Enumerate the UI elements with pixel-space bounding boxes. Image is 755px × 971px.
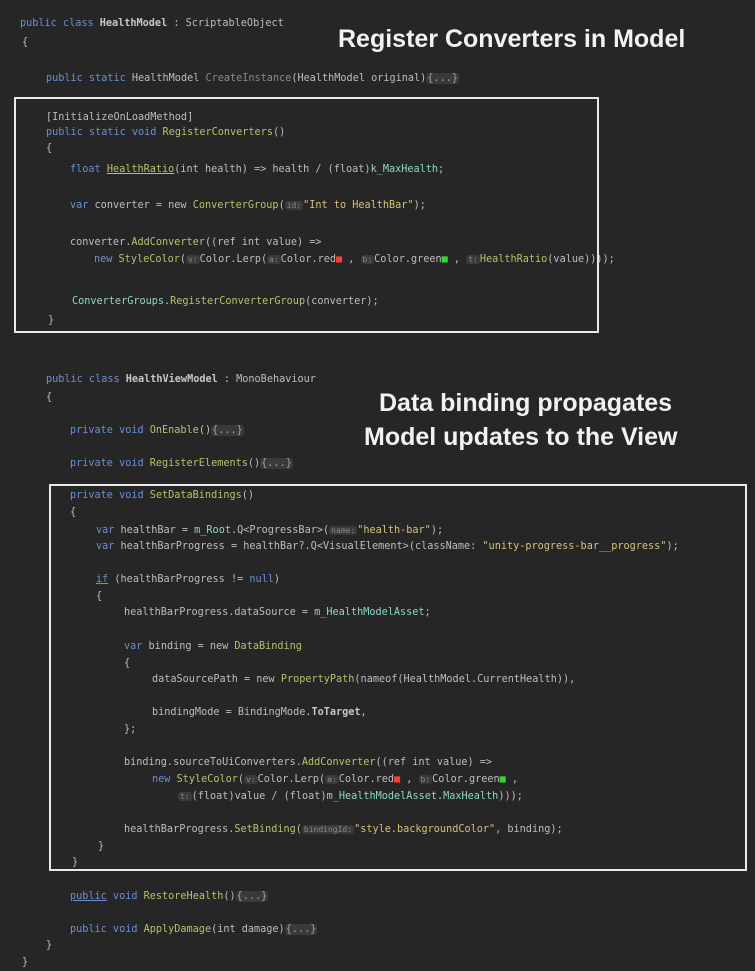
code-line-add-converter: converter.AddConverter((ref int value) =… xyxy=(70,237,322,248)
code-line-attribute: [InitializeOnLoadMethod] xyxy=(46,112,194,123)
code-line-healthviewmodel-decl: public class HealthViewModel : MonoBehav… xyxy=(46,374,316,385)
code-line-register-elements: private void RegisterElements(){...} xyxy=(70,458,293,469)
code-line-brace: } xyxy=(22,957,29,968)
code-line-brace: { xyxy=(46,392,53,403)
heading-data-binding-line1: Data binding propagates xyxy=(379,389,673,417)
code-line-health-bar-progress: var healthBarProgress = healthBar?.Q<Vis… xyxy=(96,541,679,552)
code-line-register-group: ConverterGroups.RegisterConverterGroup(c… xyxy=(72,296,379,307)
code-line-brace: } xyxy=(48,315,55,326)
code-line-float-ratio: t: (float)value / (float)m_HealthModelAss… xyxy=(178,791,523,802)
code-line-brace: { xyxy=(124,658,131,669)
code-line-brace: } xyxy=(98,841,105,852)
code-fold-toggle[interactable]: {...} xyxy=(260,458,293,469)
code-fold-toggle[interactable]: {...} xyxy=(235,891,269,902)
code-line-set-data-bindings: private void SetDataBindings() xyxy=(70,490,255,501)
code-line-data-source-path: dataSourcePath = new PropertyPath(nameof… xyxy=(152,674,576,685)
code-line-brace: { xyxy=(22,37,29,48)
code-fold-toggle[interactable]: {...} xyxy=(211,425,244,436)
code-line-brace: } xyxy=(72,857,79,868)
heading-data-binding-line2: Model updates to the View xyxy=(364,423,678,451)
code-line-brace: } xyxy=(46,940,53,951)
code-line-converter-group: var converter = new ConverterGroup(id: "I… xyxy=(70,200,426,211)
code-line-style-color: new StyleColor(v: Color.Lerp(a: Color.red■… xyxy=(152,774,519,785)
code-line-register-converters-decl: public static void RegisterConverters() xyxy=(46,127,286,138)
code-line-data-binding: var binding = new DataBinding xyxy=(124,641,302,652)
code-line-style-color: new StyleColor(v: Color.Lerp(a: Color.red■… xyxy=(94,254,615,265)
code-line-healthmodel-decl: public class HealthModel : ScriptableObj… xyxy=(20,18,284,29)
code-line-brace: { xyxy=(70,507,77,518)
code-line-set-binding: healthBarProgress.SetBinding(bindingId: "… xyxy=(124,824,563,835)
code-line-brace: { xyxy=(96,591,103,602)
code-fold-toggle[interactable]: {...} xyxy=(284,924,318,935)
code-line-restore-health: public void RestoreHealth(){...} xyxy=(70,891,269,902)
code-line-if-null-check: if (healthBarProgress != null) xyxy=(96,574,281,585)
parameter-hint: id: xyxy=(284,201,304,210)
code-fold-toggle[interactable]: {...} xyxy=(426,73,459,84)
code-line-brace: { xyxy=(46,143,53,154)
code-line-on-enable: private void OnEnable(){...} xyxy=(70,425,244,436)
code-line-source-converters: binding.sourceToUiConverters.AddConverte… xyxy=(124,757,493,768)
code-line-binding-mode: bindingMode = BindingMode.ToTarget, xyxy=(152,707,367,718)
code-line-create-instance: public static HealthModel CreateInstance… xyxy=(46,73,459,84)
code-line-apply-damage: public void ApplyDamage(int damage){...} xyxy=(70,924,318,935)
heading-register-converters: Register Converters in Model xyxy=(338,25,686,53)
code-line-health-bar: var healthBar = m_Root.Q<ProgressBar>(na… xyxy=(96,525,444,536)
code-line-health-ratio: float HealthRatio(int health) => health … xyxy=(70,164,445,175)
code-line-close: }; xyxy=(124,724,137,735)
code-line-data-source: healthBarProgress.dataSource = m_HealthM… xyxy=(124,607,431,618)
